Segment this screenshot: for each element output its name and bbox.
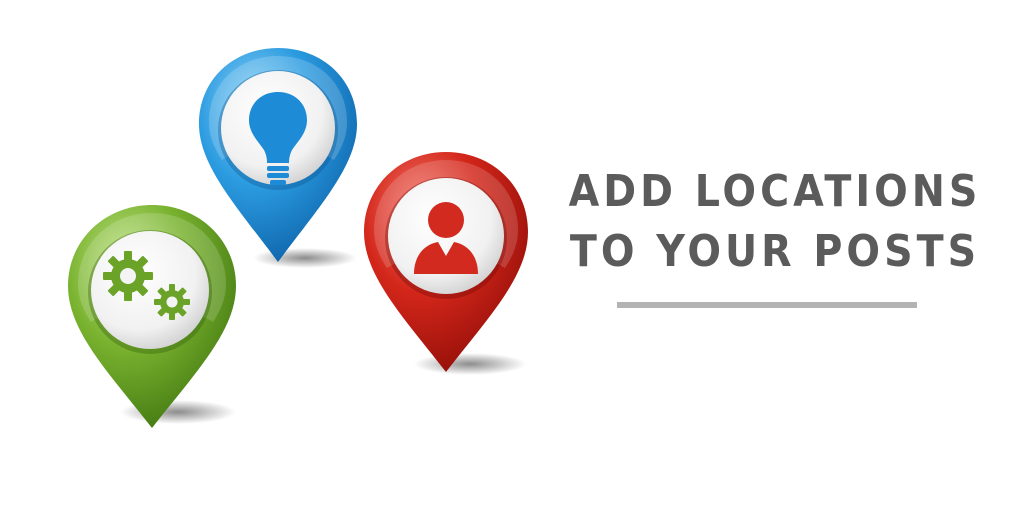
- headline-underline-divider: [617, 302, 917, 308]
- location-pins-illustration: [68, 48, 528, 428]
- red-pin-shadow: [414, 353, 526, 375]
- headline-line-2: TO YOUR POSTS: [569, 226, 981, 277]
- blue-pin-shadow: [253, 248, 357, 268]
- red-location-pin: [364, 152, 528, 372]
- headline-line-1: ADD LOCATIONS: [568, 166, 982, 217]
- headline: ADD LOCATIONS TO YOUR POSTS: [560, 162, 990, 282]
- banner: ADD LOCATIONS TO YOUR POSTS: [0, 0, 1024, 512]
- blue-location-pin: [199, 48, 357, 262]
- green-location-pin: [68, 205, 236, 428]
